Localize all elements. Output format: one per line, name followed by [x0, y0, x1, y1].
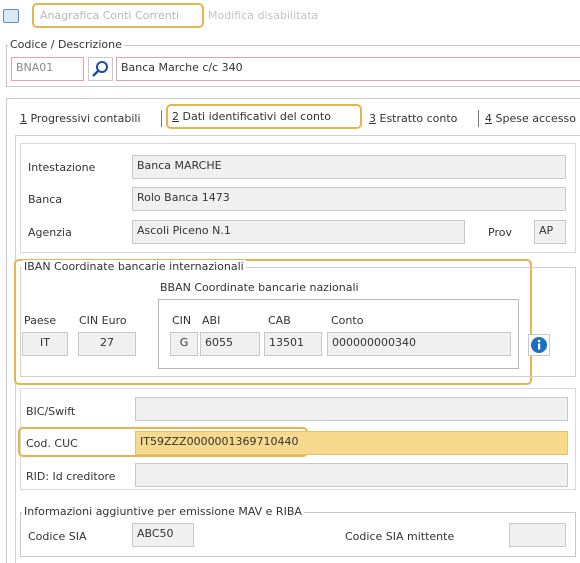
- tab-estratto-conto[interactable]: 3 Estratto conto: [369, 112, 457, 125]
- info-icon: [531, 337, 547, 353]
- conto-field[interactable]: 000000000340: [327, 332, 511, 356]
- descrizione-input[interactable]: Banca Marche c/c 340: [116, 57, 580, 81]
- agenzia-field[interactable]: Ascoli Piceno N.1: [132, 220, 465, 244]
- sia-mittente-label: Codice SIA mittente: [345, 530, 455, 543]
- codice-input[interactable]: BNA01: [11, 57, 84, 81]
- search-icon: [92, 61, 108, 77]
- bban-label: BBAN Coordinate bancarie nazionali: [160, 281, 359, 294]
- intestazione-label: Intestazione: [28, 161, 96, 174]
- mav-group-label: Informazioni aggiuntive per emissione MA…: [22, 505, 304, 518]
- cin-euro-label: CIN Euro: [79, 314, 127, 327]
- prov-field[interactable]: AP: [534, 220, 566, 244]
- tab-separator-2: [478, 110, 479, 127]
- bic-field[interactable]: [135, 397, 568, 421]
- bic-label: BIC/Swift: [26, 405, 76, 418]
- rid-field[interactable]: [135, 463, 568, 487]
- agenzia-label: Agenzia: [28, 226, 72, 239]
- cuc-field[interactable]: IT59ZZZ0000001369710440: [135, 431, 568, 455]
- sia-mittente-field[interactable]: [509, 523, 566, 547]
- tab-dati-identificativi[interactable]: 2 Dati identificativi del conto: [172, 110, 331, 123]
- prov-label: Prov: [488, 226, 512, 239]
- paese-field[interactable]: IT: [22, 332, 68, 356]
- info-button[interactable]: [528, 334, 550, 356]
- rid-label: RID: Id creditore: [26, 470, 116, 483]
- sia-label: Codice SIA: [28, 530, 87, 543]
- cin-label: CIN: [172, 314, 192, 327]
- iban-group-label: IBAN Coordinate bancarie internazionali: [22, 260, 246, 273]
- sia-field[interactable]: ABC50: [132, 523, 194, 547]
- abi-label: ABI: [202, 314, 221, 327]
- cab-field[interactable]: 13501: [264, 332, 322, 356]
- tab-modifica-disabilitata: Modifica disabilitata: [208, 9, 319, 22]
- cuc-label: Cod. CUC: [26, 437, 78, 450]
- cin-field[interactable]: G: [170, 332, 198, 356]
- tab-progressivi-contabili[interactable]: 1 Progressivi contabili: [20, 112, 141, 125]
- tab-spese-accesso[interactable]: 4 Spese accesso: [485, 112, 576, 125]
- banca-field[interactable]: Rolo Banca 1473: [132, 187, 566, 211]
- search-button[interactable]: [88, 57, 113, 81]
- mav-group-frame: [20, 512, 576, 557]
- tab-separator-1: [161, 110, 162, 127]
- intestazione-field[interactable]: Banca MARCHE: [132, 155, 566, 179]
- cin-euro-field[interactable]: 27: [78, 332, 136, 356]
- conto-label: Conto: [331, 314, 364, 327]
- banca-label: Banca: [28, 193, 63, 206]
- app-icon: [3, 9, 19, 23]
- abi-field[interactable]: 6055: [200, 332, 260, 356]
- tab-anagrafica-conti-correnti[interactable]: Anagrafica Conti Correnti: [40, 9, 179, 22]
- codice-group-label: Codice / Descrizione: [8, 38, 124, 51]
- cab-label: CAB: [268, 314, 291, 327]
- paese-label: Paese: [24, 314, 57, 327]
